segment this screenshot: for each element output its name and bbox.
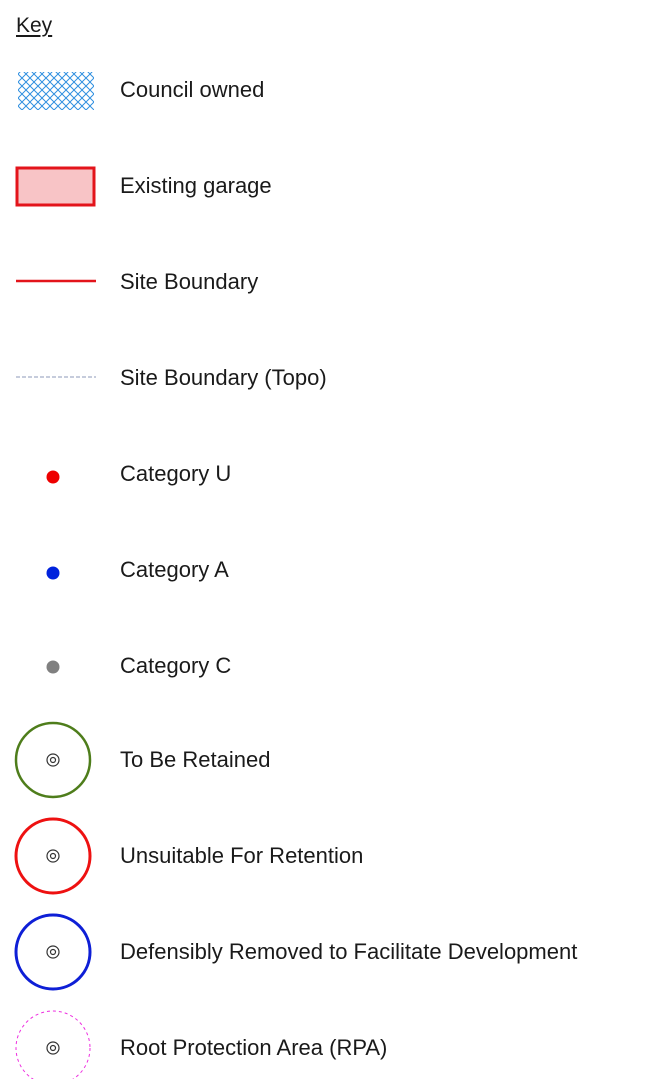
legend-item-to-be-retained: To Be Retained [0, 720, 669, 800]
grey-dot-icon [10, 626, 96, 706]
solid-line-icon [10, 242, 96, 322]
legend-item-council-owned: Council owned [0, 50, 669, 130]
legend-item-site-boundary-topo: Site Boundary (Topo) [0, 338, 669, 418]
red-dot-icon [10, 434, 96, 514]
blue-circle-icon [10, 912, 96, 992]
legend-label: Category A [120, 557, 229, 582]
legend-item-defensibly-removed: Defensibly Removed to Facilitate Develop… [0, 912, 669, 992]
legend-item-existing-garage: Existing garage [0, 146, 669, 226]
dashed-line-icon [10, 338, 96, 418]
crosshatch-swatch-icon [10, 50, 96, 130]
legend-item-category-c: Category C [0, 626, 669, 706]
legend-label: Defensibly Removed to Facilitate Develop… [120, 939, 578, 964]
legend-item-category-u: Category U [0, 434, 669, 514]
legend-item-category-a: Category A [0, 530, 669, 610]
magenta-dashed-circle-icon [10, 1008, 96, 1079]
legend-label: To Be Retained [120, 747, 271, 772]
legend-label: Council owned [120, 77, 265, 102]
legend-label: Existing garage [120, 173, 272, 198]
garage-swatch-icon [10, 146, 96, 226]
legend-label: Category U [120, 461, 232, 486]
green-circle-icon [10, 720, 96, 800]
legend-label: Site Boundary (Topo) [120, 365, 327, 390]
blue-dot-icon [10, 530, 96, 610]
legend-label: Site Boundary [120, 269, 259, 294]
red-circle-icon [10, 816, 96, 896]
legend-label: Unsuitable For Retention [120, 843, 364, 868]
legend-label: Root Protection Area (RPA) [120, 1035, 388, 1060]
legend-item-root-protection-area: Root Protection Area (RPA) [0, 1008, 669, 1079]
legend-item-unsuitable-for-retention: Unsuitable For Retention [0, 816, 669, 896]
key-title: Key [16, 14, 53, 37]
legend-item-site-boundary: Site Boundary [0, 242, 669, 322]
legend-label: Category C [120, 653, 232, 678]
